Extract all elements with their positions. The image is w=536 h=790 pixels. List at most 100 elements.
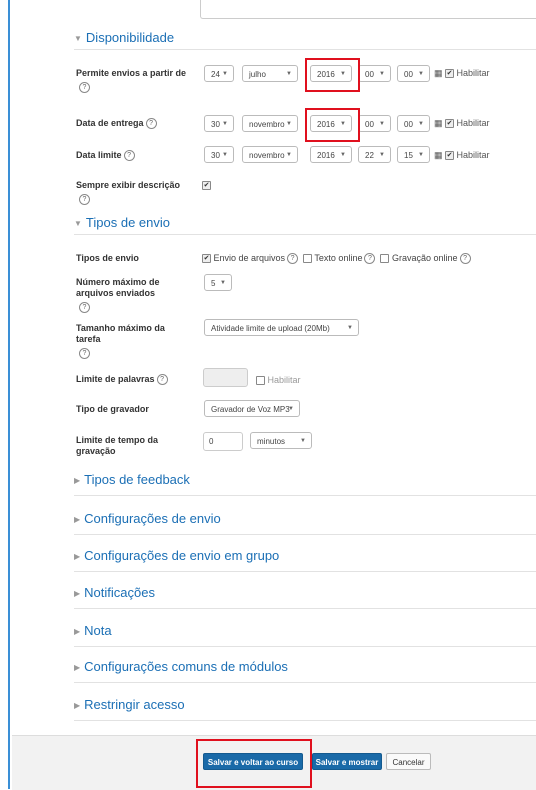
calendar-icon[interactable]: ▦ [434, 118, 443, 128]
enable-label: Habilitar [456, 118, 490, 128]
cutoff-minute-select[interactable]: 15 ▼ [397, 146, 430, 163]
help-icon[interactable]: ? [459, 253, 471, 265]
section-title: Tipos de envio [85, 215, 170, 230]
allow-from-day-select[interactable]: 24 ▼ [204, 65, 234, 82]
allow-from-enable[interactable]: ▦ ✔ Habilitar [434, 68, 490, 79]
enable-checkbox[interactable]: ✔ [445, 119, 455, 129]
enable-label: Habilitar [267, 375, 301, 385]
section-configuracoes-comuns[interactable]: ▶ Configurações comuns de módulos [74, 659, 536, 683]
help-icon[interactable]: ? [156, 374, 168, 386]
enable-checkbox[interactable]: ✔ [445, 151, 455, 161]
cutoff-day-select[interactable]: 30 ▼ [204, 146, 234, 163]
cutoff-year-select[interactable]: 2016 ▼ [310, 146, 352, 163]
help-icon[interactable]: ? [145, 118, 157, 130]
select-value: julho [249, 70, 266, 79]
always-show-text: Sempre exibir descrição [76, 180, 181, 190]
cutoff-hour-select[interactable]: 22 ▼ [358, 146, 391, 163]
page-border [8, 0, 10, 789]
max-files-text: Número máximo de arquivos enviados [76, 277, 160, 298]
word-limit-enable[interactable]: Habilitar [256, 375, 301, 386]
time-limit-unit-select[interactable]: minutos ▼ [250, 432, 312, 449]
cutoff-enable[interactable]: ▦ ✔ Habilitar [434, 150, 490, 161]
description-editor-bottom[interactable] [200, 0, 536, 19]
time-limit-text: Limite de tempo da gravação [76, 435, 159, 456]
max-size-select[interactable]: Atividade limite de upload (20Mb) ▼ [204, 319, 359, 336]
section-title: Configurações comuns de módulos [84, 659, 288, 674]
save-highlight-box [196, 739, 312, 788]
cancel-button[interactable]: Cancelar [386, 753, 431, 770]
select-value: Atividade limite de upload (20Mb) [211, 324, 330, 333]
caret-down-icon: ▼ [222, 121, 228, 127]
caret-down-icon: ▼ [286, 121, 292, 127]
cutoff-month-select[interactable]: novembro ▼ [242, 146, 298, 163]
due-month-select[interactable]: novembro ▼ [242, 115, 298, 132]
always-show-label: Sempre exibir descrição ? [76, 180, 201, 205]
section-tipos-feedback[interactable]: ▶ Tipos de feedback [74, 472, 536, 496]
help-icon[interactable]: ? [79, 194, 90, 205]
cutoff-text: Data limite [76, 150, 122, 160]
word-limit-input[interactable] [203, 368, 248, 387]
allow-from-hour-select[interactable]: 00 ▼ [358, 65, 391, 82]
enable-checkbox[interactable]: ✔ [445, 69, 455, 79]
recording-checkbox[interactable] [380, 254, 390, 264]
section-notificacoes[interactable]: ▶ Notificações [74, 585, 536, 609]
caret-down-icon: ▼ [340, 152, 346, 158]
submission-types-options: ✔ Envio de arquivos? Texto online? Grava… [202, 253, 471, 265]
online-text-checkbox[interactable] [303, 254, 313, 264]
section-nota[interactable]: ▶ Nota [74, 623, 536, 647]
collapse-arrow-icon: ▶ [74, 476, 81, 486]
recorder-label: Tipo de gravador [76, 404, 191, 415]
caret-down-icon: ▼ [418, 152, 424, 158]
allow-from-month-select[interactable]: julho ▼ [242, 65, 298, 82]
enable-checkbox[interactable] [256, 376, 265, 386]
caret-down-icon: ▼ [347, 325, 353, 331]
enable-label: Habilitar [456, 150, 490, 160]
section-restringir-acesso[interactable]: ▶ Restringir acesso [74, 697, 536, 721]
section-configuracoes-envio-grupo[interactable]: ▶ Configurações de envio em grupo [74, 548, 536, 572]
help-icon[interactable]: ? [79, 348, 90, 359]
caret-down-icon: ▼ [288, 406, 294, 412]
section-disponibilidade[interactable]: ▼ Disponibilidade [74, 30, 536, 50]
select-value: 00 [404, 120, 413, 129]
section-title: Disponibilidade [85, 30, 175, 45]
max-files-select[interactable]: 5 ▼ [204, 274, 232, 291]
caret-down-icon: ▼ [286, 152, 292, 158]
caret-down-icon: ▼ [222, 71, 228, 77]
section-title: Tipos de feedback [84, 472, 190, 487]
help-icon[interactable]: ? [364, 253, 376, 265]
select-value: minutos [257, 437, 286, 446]
help-icon[interactable]: ? [287, 253, 299, 265]
caret-down-icon: ▼ [286, 71, 292, 77]
collapse-arrow-icon: ▶ [74, 627, 81, 637]
recorder-select[interactable]: Gravador de Voz MP3 ▼ [204, 400, 300, 417]
collapse-arrow-icon: ▶ [74, 663, 81, 673]
help-icon[interactable]: ? [79, 302, 90, 313]
due-date-label: Data de entrega? [76, 118, 191, 130]
due-day-select[interactable]: 30 ▼ [204, 115, 234, 132]
section-tipos-envio[interactable]: ▼ Tipos de envio [74, 215, 536, 235]
section-configuracoes-envio[interactable]: ▶ Configurações de envio [74, 511, 536, 535]
calendar-icon[interactable]: ▦ [434, 150, 443, 160]
always-show-checkbox[interactable]: ✔ [202, 181, 211, 191]
save-show-button[interactable]: Salvar e mostrar [312, 753, 382, 770]
calendar-icon[interactable]: ▦ [434, 68, 443, 78]
time-limit-label: Limite de tempo da gravação [76, 435, 176, 457]
always-show-checkbox-wrap[interactable]: ✔ [202, 180, 211, 191]
caret-down-icon: ▼ [379, 121, 385, 127]
recorder-text: Tipo de gravador [76, 404, 149, 414]
due-date-text: Data de entrega [76, 118, 144, 128]
file-submission-checkbox[interactable]: ✔ [202, 254, 211, 264]
due-enable[interactable]: ▦ ✔ Habilitar [434, 118, 490, 129]
time-limit-input[interactable]: 0 [203, 432, 243, 451]
year-highlight-box [305, 58, 360, 92]
expand-arrow-icon: ▼ [74, 34, 82, 44]
section-title: Configurações de envio em grupo [84, 548, 280, 563]
help-icon[interactable]: ? [79, 82, 90, 93]
allow-from-minute-select[interactable]: 00 ▼ [397, 65, 430, 82]
due-hour-select[interactable]: 00 ▼ [358, 115, 391, 132]
help-icon[interactable]: ? [123, 150, 135, 162]
due-minute-select[interactable]: 00 ▼ [397, 115, 430, 132]
select-value: 22 [365, 151, 374, 160]
online-text-label: Texto online [314, 253, 363, 263]
max-size-text: Tamanho máximo da tarefa [76, 323, 165, 344]
